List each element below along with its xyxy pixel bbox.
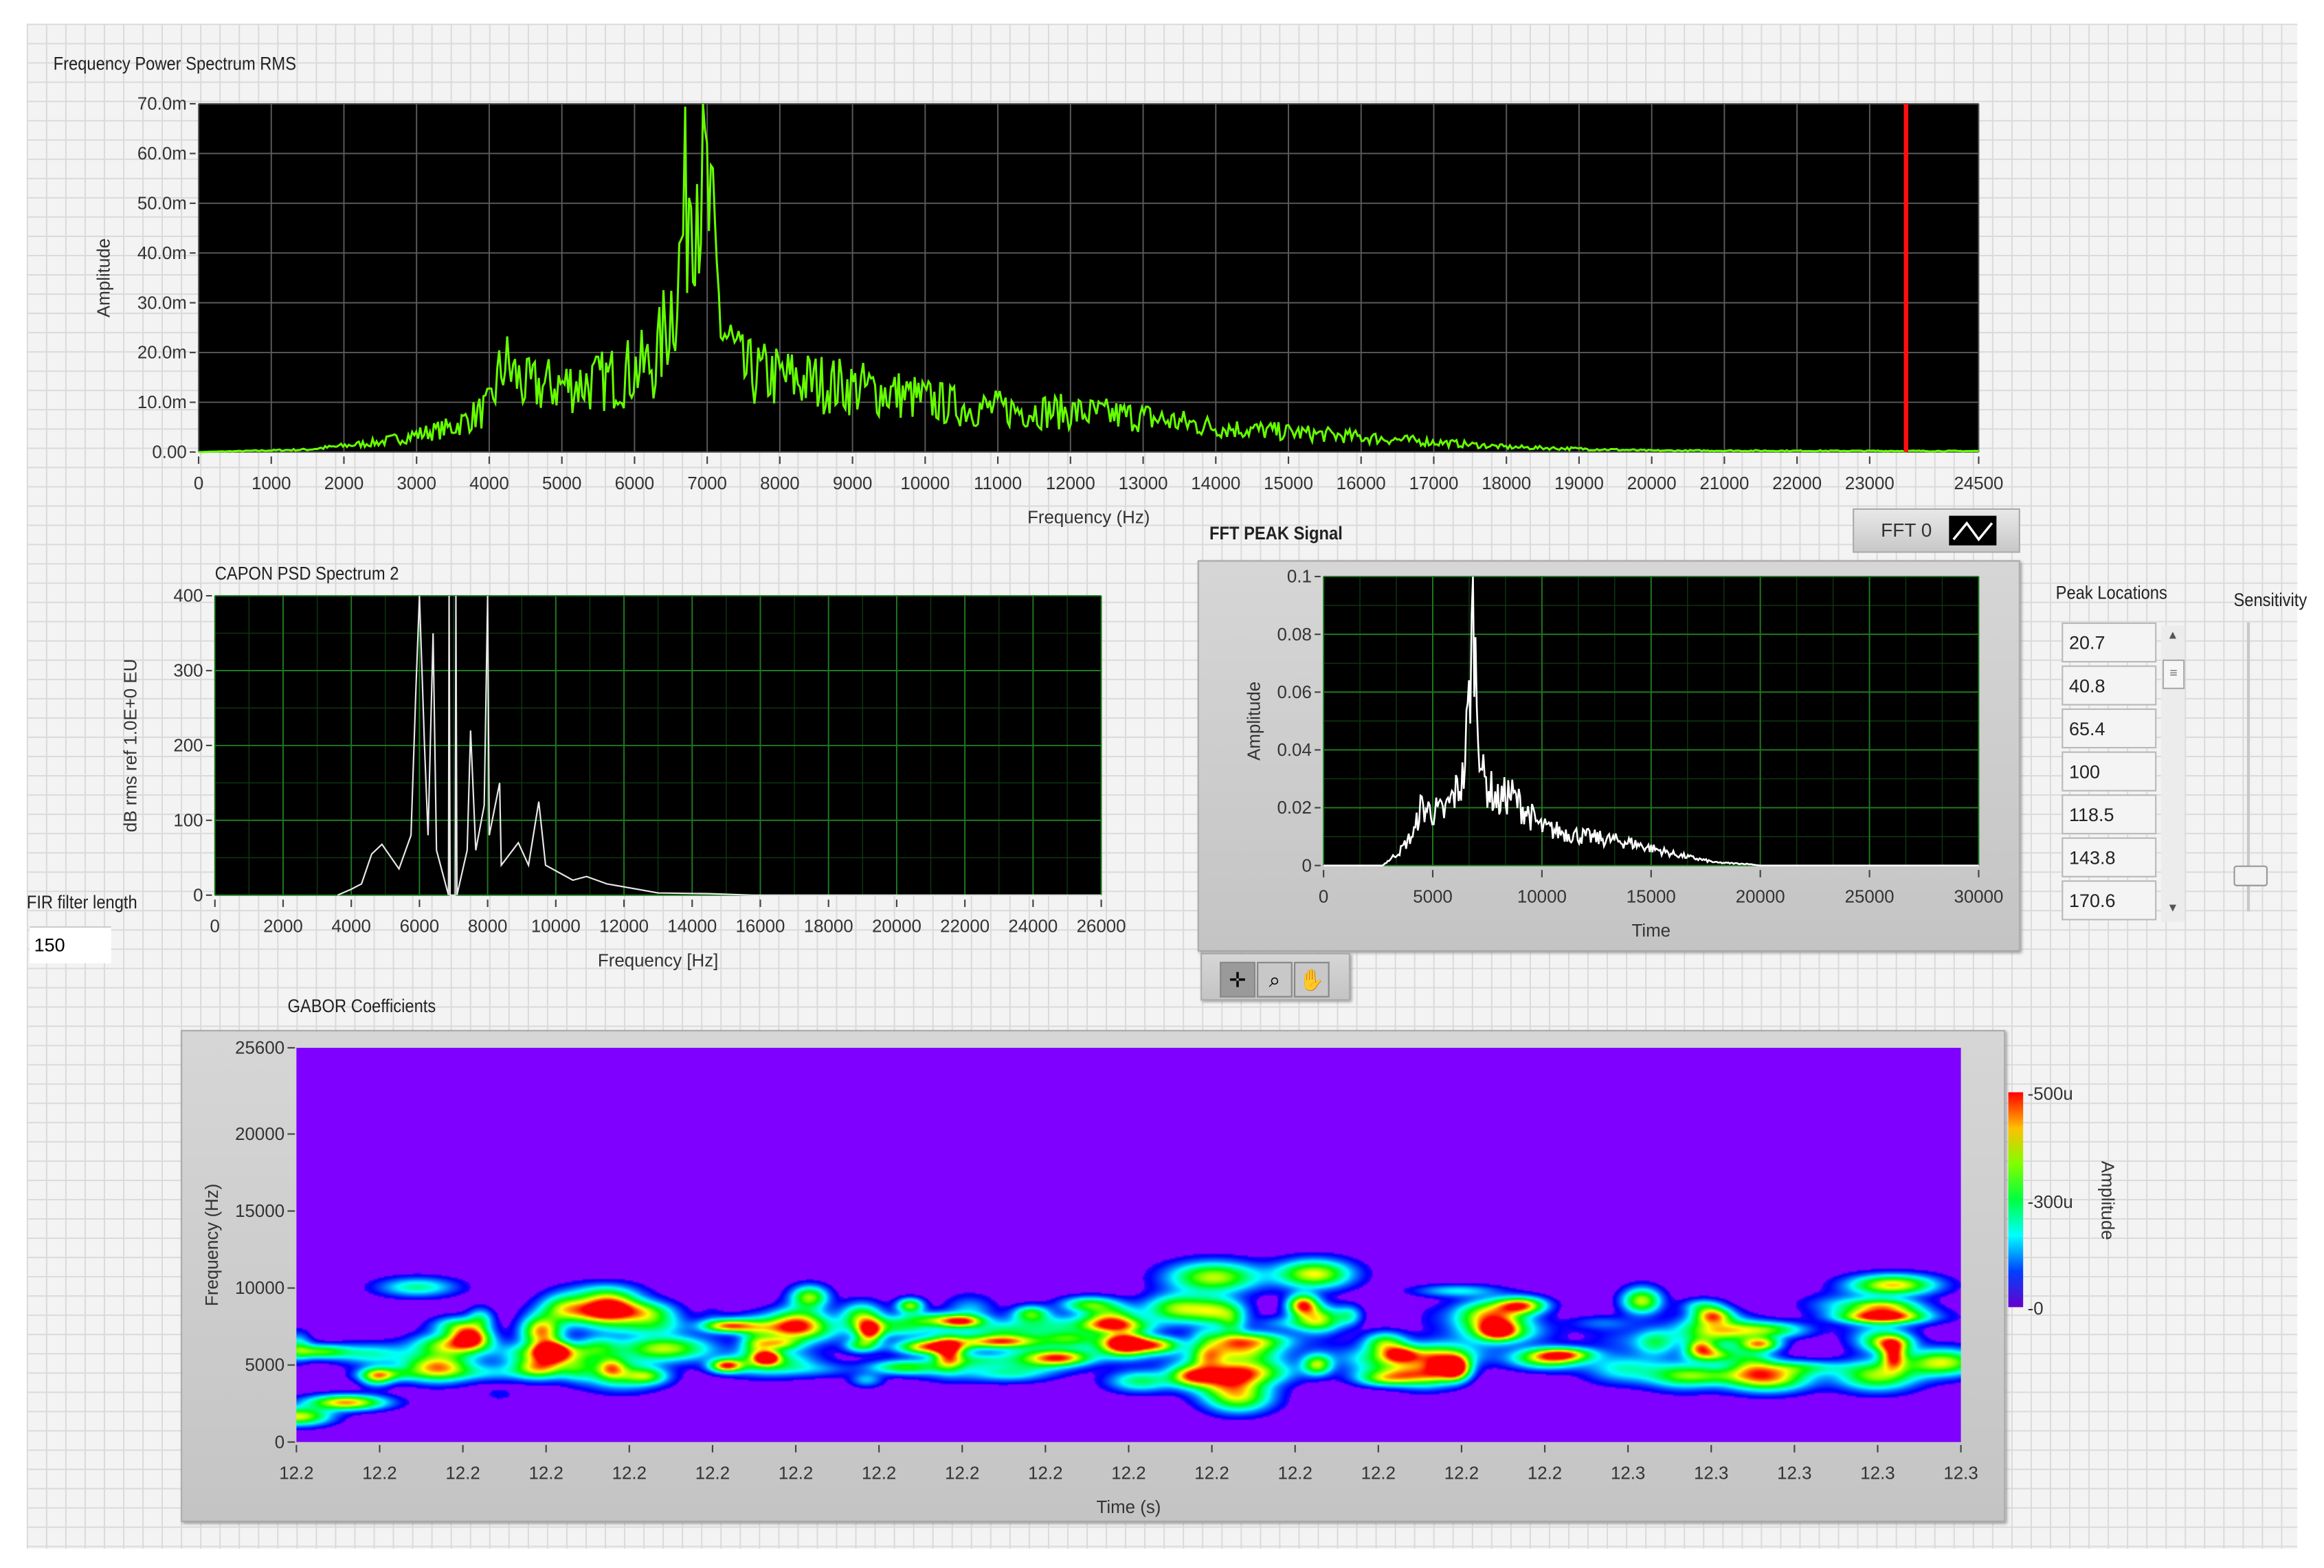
y-tick-label: 25600 [235,1039,284,1058]
x-tick-label: 12.2 [1444,1464,1479,1483]
x-tick-label: 12.2 [1111,1464,1146,1483]
x-tick-label: 12.2 [1194,1464,1229,1483]
x-tick-label: 12.3 [1943,1464,1978,1483]
colorbar-tick-label: -500u [2028,1084,2073,1104]
x-tick-label: 12.2 [362,1464,396,1483]
colorbar-tick-label: -0 [2028,1299,2044,1319]
x-tick-label: 12.2 [445,1464,480,1483]
y-tick-label: 10000 [235,1279,284,1298]
x-tick-label: 12.3 [1777,1464,1811,1483]
x-tick-label: 12.2 [1528,1464,1562,1483]
x-tick-label: 12.3 [1611,1464,1645,1483]
y-tick-label: 5000 [245,1356,285,1375]
x-tick-label: 12.2 [1028,1464,1062,1483]
colorbar-tick-label: -300u [2028,1193,2073,1212]
colorbar [2009,1093,2024,1308]
gabor-axes: 0 5000 10000 15000 20000 25600 12.2 12.2 12.2 12.… [0,0,2324,1568]
y-tick-label: 15000 [235,1202,284,1221]
x-tick-label: 12.2 [279,1464,313,1483]
x-tick-label: 12.2 [779,1464,813,1483]
x-tick-label: 12.3 [1694,1464,1728,1483]
x-tick-label: 12.2 [1361,1464,1396,1483]
y-tick-label: 0 [275,1433,284,1452]
labview-front-panel: Frequency Power Spectrum RMS 01000200030… [0,0,2324,1568]
x-tick-label: 12.2 [945,1464,979,1483]
y-axis-label: Frequency (Hz) [203,1184,222,1306]
x-tick-label: 12.2 [695,1464,730,1483]
x-tick-label: 12.2 [1278,1464,1312,1483]
y-tick-label: 20000 [235,1125,284,1144]
x-axis-label: Time (s) [1097,1498,1161,1517]
colorbar-label: Amplitude [2097,1161,2116,1240]
x-tick-label: 12.2 [612,1464,647,1483]
x-tick-label: 12.2 [862,1464,896,1483]
x-tick-label: 12.3 [1860,1464,1895,1483]
x-tick-label: 12.2 [529,1464,563,1483]
